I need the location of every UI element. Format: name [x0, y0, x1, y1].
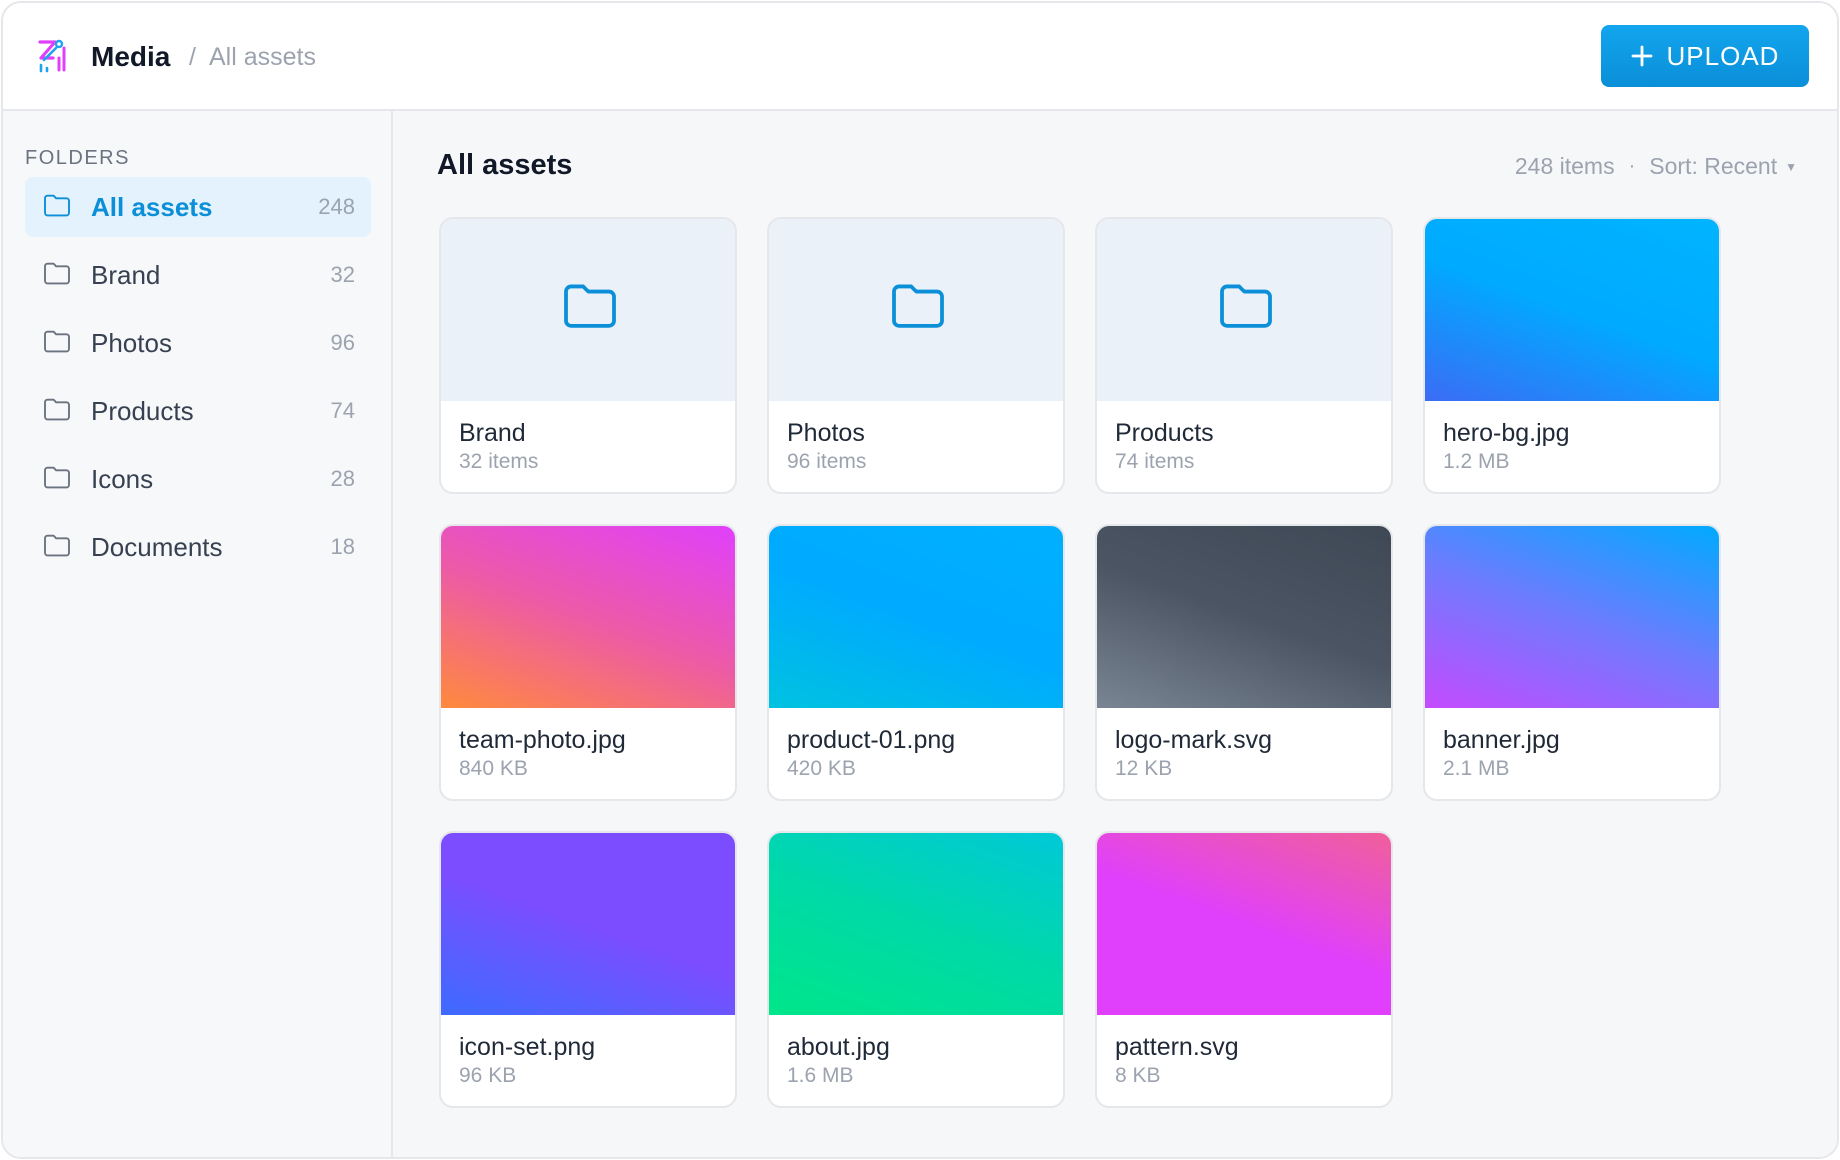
file-card[interactable]: pattern.svg 8 KB: [1095, 831, 1393, 1108]
main-content: All assets 248 items · Sort: Recent ▼ Br…: [393, 111, 1837, 1157]
folders-heading: FOLDERS: [25, 147, 130, 169]
image-thumbnail: [1425, 526, 1719, 708]
folder-list: All assets 248 Brand 32 Photos 96 Products 74 Ic…: [25, 177, 371, 585]
sidebar-item-count: 18: [330, 534, 355, 559]
file-card[interactable]: logo-mark.svg 12 KB: [1095, 524, 1393, 801]
folder-thumbnail: [769, 219, 1063, 401]
file-card[interactable]: about.jpg 1.6 MB: [767, 831, 1065, 1108]
meta-separator: ·: [1628, 155, 1636, 177]
image-thumbnail: [1425, 219, 1719, 401]
card-meta: 96 KB: [459, 1064, 517, 1087]
sidebar-item-icons[interactable]: Icons 28: [25, 449, 371, 509]
folder-icon: [44, 330, 70, 353]
breadcrumb-current: All assets: [209, 43, 316, 71]
sidebar: FOLDERS All assets 248 Brand 32 Photos 96 Prod…: [3, 111, 393, 1157]
sidebar-item-label: Photos: [91, 328, 172, 358]
folder-card[interactable]: Brand 32 items: [439, 217, 737, 494]
folder-icon: [892, 284, 944, 328]
card-meta: 420 KB: [787, 757, 856, 780]
card-name: logo-mark.svg: [1115, 726, 1272, 754]
sidebar-item-label: All assets: [91, 192, 213, 222]
file-card[interactable]: product-01.png 420 KB: [767, 524, 1065, 801]
sidebar-item-documents[interactable]: Documents 18: [25, 517, 371, 577]
card-name: team-photo.jpg: [459, 726, 626, 754]
card-meta: 8 KB: [1115, 1064, 1161, 1087]
page-title: All assets: [437, 149, 573, 181]
sidebar-item-brand[interactable]: Brand 32: [25, 245, 371, 305]
top-bar: Media / All assets UPLOAD: [3, 3, 1837, 111]
file-card[interactable]: icon-set.png 96 KB: [439, 831, 737, 1108]
sidebar-item-label: Products: [91, 396, 194, 426]
app-window: Media / All assets UPLOAD FOLDERS All as…: [1, 1, 1839, 1159]
image-thumbnail: [769, 526, 1063, 708]
card-name: Brand: [459, 419, 526, 447]
folder-icon: [44, 466, 70, 489]
card-name: hero-bg.jpg: [1443, 419, 1570, 447]
breadcrumb-separator: /: [189, 43, 196, 71]
card-meta: 12 KB: [1115, 757, 1173, 780]
card-meta: 74 items: [1115, 450, 1195, 473]
folder-thumbnail: [441, 219, 735, 401]
asset-grid: Brand 32 items Photos 96 items Products 74 it…: [439, 217, 1721, 1108]
card-name: about.jpg: [787, 1033, 890, 1061]
folder-icon: [564, 284, 616, 328]
card-meta: 32 items: [459, 450, 539, 473]
folder-card[interactable]: Products 74 items: [1095, 217, 1393, 494]
upload-button-label: UPLOAD: [1666, 40, 1780, 71]
image-thumbnail: [1097, 833, 1391, 1015]
folder-icon: [44, 262, 70, 285]
file-card[interactable]: team-photo.jpg 840 KB: [439, 524, 737, 801]
folder-icon: [1220, 284, 1272, 328]
card-meta: 96 items: [787, 450, 867, 473]
file-card[interactable]: hero-bg.jpg 1.2 MB: [1423, 217, 1721, 494]
file-card[interactable]: banner.jpg 2.1 MB: [1423, 524, 1721, 801]
sidebar-item-label: Icons: [91, 464, 154, 494]
sidebar-item-photos[interactable]: Photos 96: [25, 313, 371, 373]
sidebar-item-count: 28: [330, 466, 355, 491]
card-meta: 2.1 MB: [1443, 757, 1510, 780]
card-name: Products: [1115, 419, 1214, 447]
folder-icon: [44, 398, 70, 421]
image-thumbnail: [441, 833, 735, 1015]
card-name: banner.jpg: [1443, 726, 1560, 754]
sidebar-item-count: 248: [318, 194, 355, 219]
sort-dropdown[interactable]: Sort: Recent ▼: [1649, 153, 1797, 180]
upload-button[interactable]: UPLOAD: [1601, 25, 1809, 87]
folder-icon: [44, 534, 70, 557]
card-meta: 840 KB: [459, 757, 528, 780]
caret-down-icon: ▼: [1785, 159, 1797, 174]
image-thumbnail: [1097, 526, 1391, 708]
folder-card[interactable]: Photos 96 items: [767, 217, 1065, 494]
sidebar-item-count: 74: [330, 398, 355, 423]
folder-thumbnail: [1097, 219, 1391, 401]
card-name: pattern.svg: [1115, 1033, 1239, 1061]
sidebar-item-label: Brand: [91, 260, 161, 290]
app-title: Media: [91, 41, 171, 72]
sidebar-item-count: 96: [330, 330, 355, 355]
sidebar-item-products[interactable]: Products 74: [25, 381, 371, 441]
sidebar-item-all-assets[interactable]: All assets 248: [25, 177, 371, 237]
sidebar-item-count: 32: [330, 262, 355, 287]
card-name: icon-set.png: [459, 1033, 596, 1061]
card-meta: 1.6 MB: [787, 1064, 854, 1087]
app-logo-icon: [38, 39, 66, 73]
folder-icon: [44, 194, 70, 217]
card-meta: 1.2 MB: [1443, 450, 1510, 473]
image-thumbnail: [441, 526, 735, 708]
list-meta: 248 items · Sort: Recent ▼: [1515, 153, 1797, 180]
item-count: 248 items: [1514, 153, 1615, 179]
card-name: Photos: [787, 419, 865, 447]
sidebar-item-label: Documents: [91, 532, 223, 562]
sort-label: Sort: Recent: [1649, 153, 1778, 179]
image-thumbnail: [769, 833, 1063, 1015]
card-name: product-01.png: [787, 726, 956, 754]
plus-icon: [1631, 45, 1652, 67]
